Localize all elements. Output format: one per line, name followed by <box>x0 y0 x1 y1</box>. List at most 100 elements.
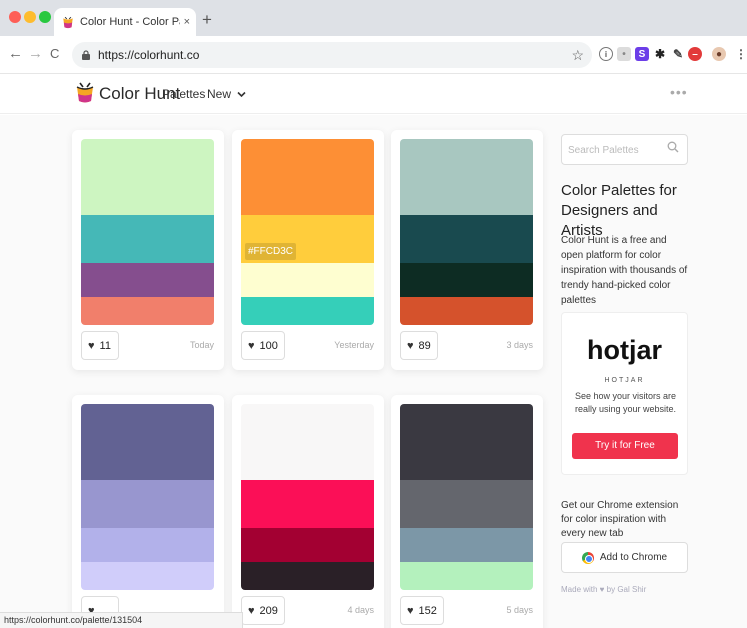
like-button[interactable]: ♥ 11 <box>81 331 119 360</box>
forward-button[interactable]: → <box>28 46 43 62</box>
browser-menu-icon[interactable]: ⋮ <box>734 47 747 61</box>
card-footer: ♥ 100 Yesterday <box>241 331 374 361</box>
hotjar-ad[interactable]: hotjar HOTJAR See how your visitors are … <box>561 312 688 475</box>
address-url: https://colorhunt.co <box>98 48 200 62</box>
color-palette[interactable] <box>241 404 374 590</box>
maximize-window-button[interactable] <box>39 11 51 23</box>
color-swatch[interactable] <box>241 562 374 590</box>
card-footer: ♥ 89 3 days <box>400 331 533 361</box>
info-extension-icon[interactable]: i <box>599 47 613 61</box>
color-palette[interactable] <box>400 404 533 590</box>
palette-card[interactable]: ♥ 89 3 days <box>391 130 543 370</box>
chevron-down-icon <box>237 91 246 98</box>
add-to-chrome-button[interactable]: Add to Chrome <box>561 542 688 573</box>
palette-card[interactable]: ♥ <box>72 395 224 628</box>
like-button[interactable]: ♥ 152 <box>400 596 444 625</box>
color-swatch[interactable] <box>81 528 214 562</box>
like-button[interactable]: ♥ 209 <box>241 596 285 625</box>
like-count: 209 <box>259 604 278 617</box>
color-palette[interactable]: #FFCD3C <box>241 139 374 325</box>
color-swatch[interactable] <box>400 528 533 562</box>
color-swatch[interactable] <box>400 263 533 297</box>
search-box[interactable] <box>561 134 688 165</box>
colorhunt-logo-icon[interactable] <box>75 82 95 104</box>
nav-new[interactable]: New <box>207 87 246 101</box>
color-swatch[interactable] <box>81 263 214 297</box>
color-swatch[interactable] <box>81 562 214 590</box>
palette-card[interactable]: ♥ 11 Today <box>72 130 224 370</box>
new-tab-button[interactable]: + <box>202 11 212 28</box>
back-button[interactable]: ← <box>8 46 23 62</box>
made-with-credit[interactable]: Made with ♥ by Gal Shir <box>561 585 646 594</box>
sidebar-description: Color Hunt is a free and open platform f… <box>561 235 688 306</box>
sidebar-title: Color Palettes for Designers and Artists <box>561 182 677 239</box>
more-menu-icon[interactable]: ••• <box>670 84 688 100</box>
browser-tab[interactable]: Color Hunt - Color Palettes for × <box>54 8 196 36</box>
color-swatch[interactable] <box>81 139 214 215</box>
hex-code-label[interactable]: #FFCD3C <box>245 243 297 260</box>
search-icon[interactable] <box>667 141 679 156</box>
palette-date: 4 days <box>347 605 374 615</box>
color-swatch[interactable] <box>81 215 214 263</box>
hotjar-logo: hotjar <box>586 335 662 365</box>
bookmark-star-icon[interactable]: ☆ <box>571 47 584 64</box>
color-swatch[interactable] <box>81 297 214 325</box>
color-swatch[interactable] <box>81 404 214 480</box>
heart-icon: ♥ <box>88 339 95 352</box>
card-footer: ♥ 152 5 days <box>400 596 533 626</box>
palette-date: Yesterday <box>334 340 374 350</box>
browser-titlebar: Color Hunt - Color Palettes for × + <box>0 0 747 36</box>
color-swatch[interactable] <box>400 480 533 528</box>
color-palette[interactable] <box>400 139 533 325</box>
address-bar[interactable]: https://colorhunt.co ☆ <box>72 42 592 68</box>
pin-extension-icon[interactable]: ✱ <box>653 47 667 61</box>
color-swatch[interactable] <box>81 480 214 528</box>
color-swatch[interactable] <box>241 139 374 215</box>
color-swatch[interactable] <box>400 297 533 325</box>
like-button[interactable]: ♥ 89 <box>400 331 438 360</box>
like-button[interactable]: ♥ 100 <box>241 331 285 360</box>
color-swatch[interactable] <box>241 404 374 480</box>
site-header: Color Hunt Palettes New ••• <box>0 74 747 114</box>
dropper-extension-icon[interactable]: ✎ <box>671 47 685 61</box>
lock-icon <box>82 50 90 60</box>
block-extension-icon[interactable]: – <box>688 47 702 61</box>
tab-close-icon[interactable]: × <box>184 16 190 28</box>
tab-title: Color Hunt - Color Palettes for <box>80 16 180 28</box>
color-swatch[interactable] <box>241 263 374 297</box>
palette-date: 3 days <box>506 340 533 350</box>
color-swatch[interactable] <box>400 139 533 215</box>
chrome-extension-text: Get our Chrome extension for color inspi… <box>561 500 679 539</box>
heart-icon: ♥ <box>248 339 255 352</box>
color-swatch[interactable] <box>241 480 374 528</box>
chat-extension-icon[interactable]: • <box>617 47 631 61</box>
palette-card[interactable]: ♥ 152 5 days <box>391 395 543 628</box>
color-swatch[interactable]: #FFCD3C <box>241 215 374 263</box>
heart-icon: ♥ <box>407 604 414 617</box>
like-count: 100 <box>259 339 278 352</box>
color-swatch[interactable] <box>400 215 533 263</box>
card-footer: ♥ 11 Today <box>81 331 214 361</box>
close-window-button[interactable] <box>9 11 21 23</box>
like-count: 11 <box>99 339 111 352</box>
profile-avatar[interactable]: ● <box>712 47 726 61</box>
color-swatch[interactable] <box>400 562 533 590</box>
purple-extension-icon[interactable]: S <box>635 47 649 61</box>
heart-icon: ♥ <box>248 604 255 617</box>
chrome-icon <box>581 551 594 564</box>
try-free-button[interactable]: Try it for Free <box>572 433 678 459</box>
nav-palettes[interactable]: Palettes <box>162 87 205 101</box>
color-swatch[interactable] <box>241 297 374 325</box>
color-swatch[interactable] <box>400 404 533 480</box>
reload-button[interactable]: C <box>50 46 59 62</box>
color-palette[interactable] <box>81 404 214 590</box>
palette-card[interactable]: ♥ 209 4 days <box>232 395 384 628</box>
palette-card[interactable]: #FFCD3C ♥ 100 Yesterday <box>232 130 384 370</box>
status-bar-url: https://colorhunt.co/palette/131504 <box>0 612 243 628</box>
color-palette[interactable] <box>81 139 214 325</box>
color-swatch[interactable] <box>241 528 374 562</box>
minimize-window-button[interactable] <box>24 11 36 23</box>
main-content: ♥ 11 Today #FFCD3C ♥ 100 Yesterday ♥ 89 3 days … <box>0 115 747 628</box>
search-input[interactable] <box>568 141 663 159</box>
ad-brand: HOTJAR <box>604 377 645 384</box>
